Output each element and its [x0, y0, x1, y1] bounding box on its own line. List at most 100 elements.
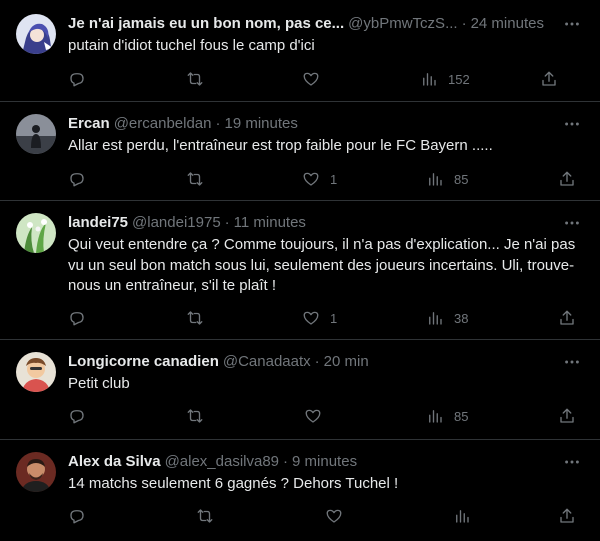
like-button[interactable]: 1 — [302, 169, 337, 189]
retweet-button[interactable] — [186, 308, 204, 328]
tweet-actions — [68, 506, 580, 526]
separator-dot: · — [314, 353, 320, 370]
display-name[interactable]: Longicorne canadien — [68, 352, 219, 372]
like-button[interactable]: 1 — [302, 308, 337, 328]
retweet-icon — [187, 172, 203, 186]
views-chart-icon — [429, 410, 442, 423]
tweet-text: Qui veut entendre ça ? Comme toujours, i… — [68, 236, 576, 294]
share-icon — [542, 71, 556, 86]
tweet-feed: Je n'ai jamais eu un bon nom, pas ce... … — [0, 0, 600, 541]
tweet[interactable]: Je n'ai jamais eu un bon nom, pas ce... … — [0, 0, 600, 102]
timestamp[interactable]: 19 minutes — [225, 114, 298, 134]
cartoon-avatar-image — [16, 352, 56, 392]
more-options-button[interactable] — [562, 352, 582, 372]
view-count: 38 — [454, 310, 469, 326]
share-button[interactable] — [558, 406, 576, 426]
view-count: 152 — [448, 71, 470, 87]
views-button[interactable]: 85 — [426, 169, 468, 189]
retweet-button[interactable] — [186, 69, 204, 89]
more-dots-icon — [565, 22, 579, 26]
more-dots-icon — [565, 460, 579, 464]
timestamp[interactable]: 11 minutes — [234, 213, 306, 233]
views-button[interactable]: 152 — [420, 69, 470, 89]
user-handle[interactable]: @ybPmwTczS... — [348, 14, 457, 34]
display-name[interactable]: Alex da Silva — [68, 452, 161, 472]
retweet-icon — [187, 72, 203, 86]
avatar[interactable] — [16, 14, 56, 54]
share-button[interactable] — [558, 308, 576, 328]
avatar[interactable] — [16, 352, 56, 392]
reply-button[interactable] — [68, 169, 86, 189]
reply-icon — [70, 410, 84, 424]
reply-button[interactable] — [68, 406, 86, 426]
views-chart-icon — [429, 312, 442, 325]
heart-icon — [303, 311, 319, 325]
avatar[interactable] — [16, 452, 56, 492]
tweet-actions: 152 — [68, 69, 580, 89]
plant-avatar-image — [16, 213, 56, 253]
share-icon — [560, 171, 574, 186]
reply-button[interactable] — [68, 506, 86, 526]
separator-dot: · — [224, 214, 230, 231]
share-button[interactable] — [558, 169, 576, 189]
more-options-button[interactable] — [562, 114, 582, 134]
tweet-actions: 1 38 — [68, 308, 580, 328]
more-dots-icon — [565, 122, 579, 126]
separator-dot: · — [283, 453, 289, 470]
heart-icon — [326, 509, 342, 523]
tweet-text: 14 matchs seulement 6 gagnés ? Dehors Tu… — [68, 475, 399, 492]
photo-avatar-image — [16, 452, 56, 492]
timestamp[interactable]: 24 minutes — [471, 14, 544, 34]
more-options-button[interactable] — [562, 452, 582, 472]
avatar[interactable] — [16, 114, 56, 154]
silhouette-avatar-image — [16, 114, 56, 154]
retweet-button[interactable] — [186, 406, 204, 426]
like-count: 1 — [330, 171, 338, 187]
separator-dot: · — [461, 15, 467, 32]
view-count: 85 — [454, 171, 469, 187]
views-button[interactable] — [453, 506, 481, 526]
view-count: 85 — [454, 408, 469, 424]
display-name[interactable]: Je n'ai jamais eu un bon nom, pas ce... — [68, 14, 344, 34]
retweet-button[interactable] — [186, 169, 204, 189]
user-handle[interactable]: @ercanbeldan — [114, 114, 212, 134]
share-icon — [560, 408, 574, 423]
user-handle[interactable]: @landei1975 — [132, 213, 221, 233]
tweet[interactable]: Ercan @ercanbeldan · 19 minutes Allar es… — [0, 102, 600, 201]
share-button[interactable] — [558, 506, 576, 526]
timestamp[interactable]: 9 minutes — [292, 452, 357, 472]
tweet[interactable]: Longicorne canadien @Canadaatx · 20 min … — [0, 340, 600, 440]
tweet-actions: 85 — [68, 406, 580, 426]
reply-button[interactable] — [68, 69, 86, 89]
more-dots-icon — [565, 221, 579, 225]
like-button[interactable] — [304, 406, 332, 426]
retweet-icon — [187, 409, 203, 423]
reply-icon — [70, 73, 84, 87]
user-handle[interactable]: @Canadaatx — [223, 352, 311, 372]
views-button[interactable]: 85 — [426, 406, 468, 426]
tweet[interactable]: Alex da Silva @alex_dasilva89 · 9 minute… — [0, 440, 600, 541]
retweet-button[interactable] — [196, 506, 214, 526]
more-dots-icon — [565, 360, 579, 364]
retweet-icon — [187, 311, 203, 325]
tweet-actions: 1 85 — [68, 169, 580, 189]
heart-icon — [303, 172, 319, 186]
like-button[interactable] — [302, 69, 330, 89]
reply-button[interactable] — [68, 308, 86, 328]
tweet-text: putain d'idiot tuchel fous le camp d'ici — [68, 37, 315, 54]
like-button[interactable] — [325, 506, 353, 526]
share-button[interactable] — [540, 69, 558, 89]
retweet-icon — [197, 509, 213, 523]
more-options-button[interactable] — [562, 213, 582, 233]
user-handle[interactable]: @alex_dasilva89 — [165, 452, 279, 472]
views-button[interactable]: 38 — [426, 308, 468, 328]
tweet[interactable]: landei75 @landei1975 · 11 minutes Qui ve… — [0, 201, 600, 340]
reply-icon — [70, 173, 84, 187]
more-options-button[interactable] — [562, 14, 582, 34]
display-name[interactable]: landei75 — [68, 213, 128, 233]
reply-icon — [70, 312, 84, 326]
tweet-text: Allar est perdu, l'entraîneur est trop f… — [68, 137, 493, 154]
display-name[interactable]: Ercan — [68, 114, 110, 134]
timestamp[interactable]: 20 min — [324, 352, 369, 372]
avatar[interactable] — [16, 213, 56, 253]
